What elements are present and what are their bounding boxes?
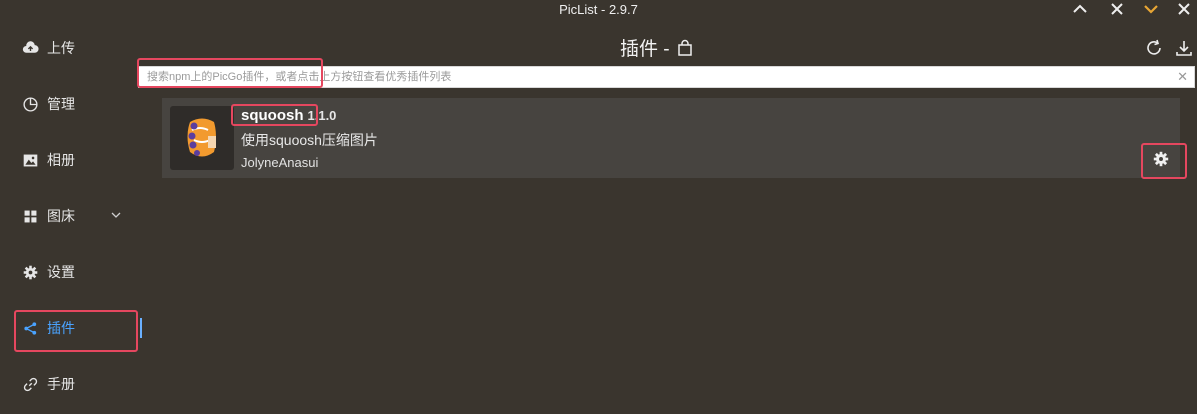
- active-indicator: [140, 318, 142, 338]
- clear-icon[interactable]: ✕: [1177, 69, 1188, 85]
- sidebar-item-label: 插件: [47, 320, 75, 336]
- search-input[interactable]: [139, 67, 1167, 87]
- sidebar-item-picbed[interactable]: 图床: [22, 204, 75, 228]
- sidebar-item-upload[interactable]: 上传: [22, 36, 75, 60]
- refresh-icon[interactable]: [1144, 38, 1164, 58]
- chevron-down-icon[interactable]: [110, 209, 122, 221]
- plugin-version: 1.1.0: [307, 108, 337, 123]
- sidebar-item-manage[interactable]: 管理: [22, 92, 75, 116]
- sidebar-item-plugins[interactable]: 插件: [22, 316, 75, 340]
- cloud-upload-icon: [22, 40, 39, 53]
- plugin-search: ✕: [138, 66, 1195, 88]
- sidebar-item-label: 管理: [47, 96, 75, 112]
- plugin-card[interactable]: squoosh 1.1.0 使用squoosh压缩图片 JolyneAnasui: [162, 98, 1180, 178]
- sidebar-item-gallery[interactable]: 相册: [22, 148, 75, 172]
- chevron-up-icon[interactable]: [1070, 1, 1090, 21]
- plugin-settings-icon[interactable]: [1152, 150, 1170, 168]
- gear-icon: [23, 265, 38, 279]
- shopping-bag-icon[interactable]: [676, 39, 694, 57]
- sidebar-item-label: 图床: [47, 208, 75, 224]
- sidebar-item-label: 手册: [47, 376, 75, 392]
- sidebar-item-manual[interactable]: 手册: [22, 372, 75, 396]
- image-icon: [23, 154, 38, 166]
- close-icon[interactable]: [1107, 1, 1127, 21]
- plugin-author: JolyneAnasui: [241, 155, 319, 170]
- sidebar-item-label: 上传: [47, 40, 75, 56]
- close-window-icon[interactable]: [1174, 1, 1194, 21]
- pie-chart-icon: [23, 96, 38, 112]
- link-icon: [23, 377, 38, 391]
- window-title: PicList - 2.9.7: [559, 2, 638, 17]
- plugin-name: squoosh: [241, 107, 304, 124]
- page-title-text: 插件 -: [620, 39, 670, 60]
- plugin-description: 使用squoosh压缩图片: [241, 132, 378, 148]
- grid-icon: [24, 210, 37, 222]
- download-icon[interactable]: [1174, 38, 1194, 58]
- sidebar-item-settings[interactable]: 设置: [22, 260, 75, 284]
- chevron-down-icon[interactable]: [1141, 1, 1161, 21]
- plugin-logo: [170, 106, 234, 170]
- page-title: 插件 -: [620, 34, 694, 61]
- title-bar: PicList - 2.9.7: [0, 0, 1197, 22]
- sidebar-item-label: 设置: [47, 264, 75, 280]
- share-icon: [24, 321, 37, 335]
- sidebar-item-label: 相册: [47, 152, 75, 168]
- plugin-name-row: squoosh 1.1.0: [241, 107, 336, 124]
